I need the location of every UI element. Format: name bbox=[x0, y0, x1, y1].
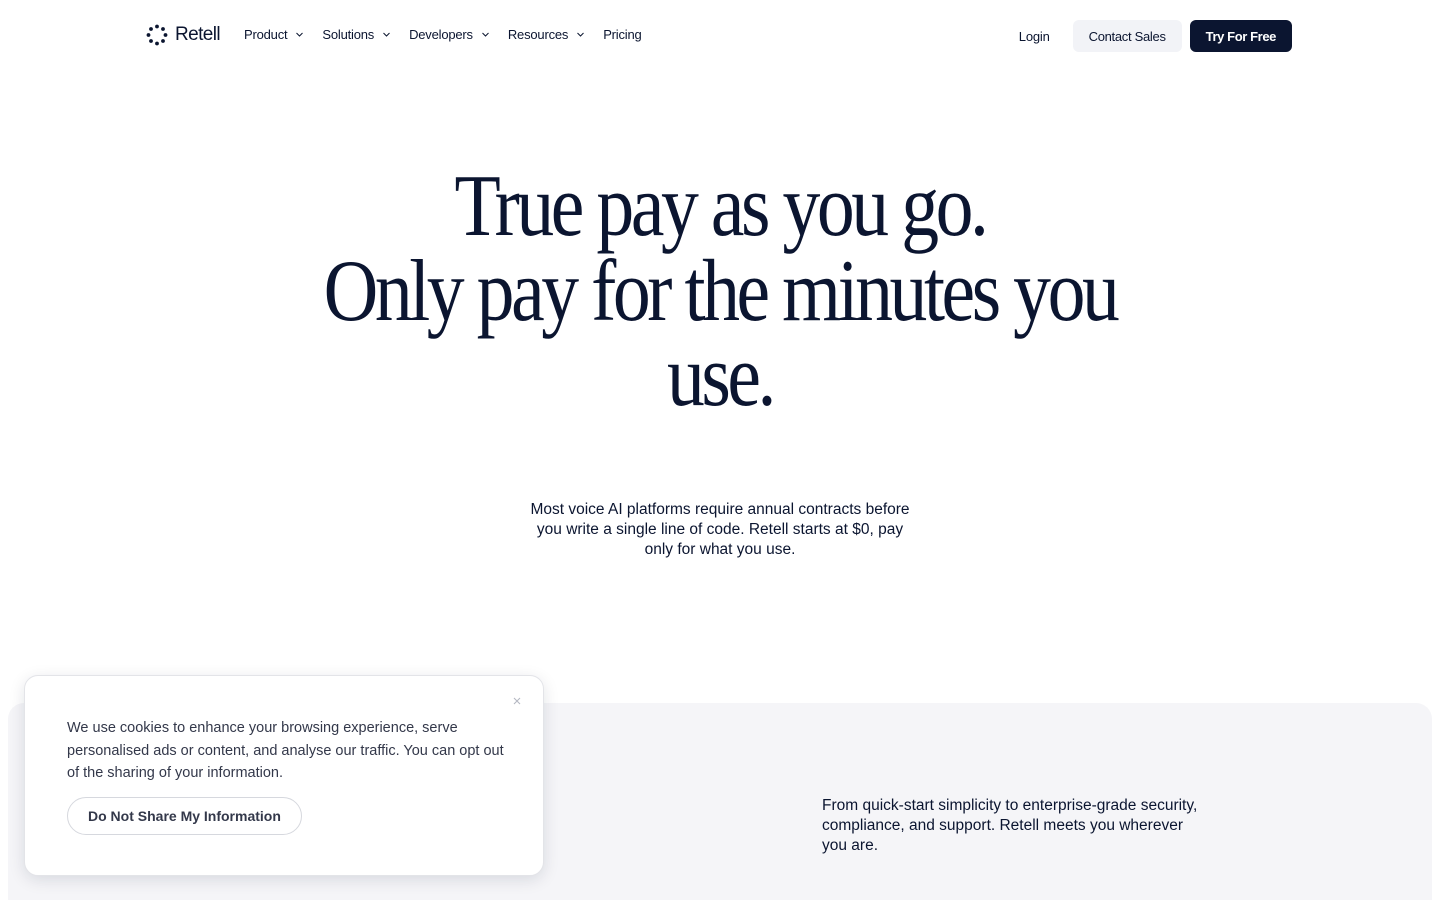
do-not-share-button[interactable]: Do Not Share My Information bbox=[67, 797, 302, 835]
close-icon[interactable] bbox=[511, 695, 523, 707]
menu-item-label: Developers bbox=[409, 27, 473, 42]
cookie-text: We use cookies to enhance your browsing … bbox=[67, 720, 504, 781]
hero-title: True pay as you go. Only pay for the min… bbox=[101, 158, 1339, 425]
cookie-banner: We use cookies to enhance your browsing … bbox=[24, 675, 544, 876]
retell-logo-icon bbox=[146, 24, 168, 46]
chevron-down-icon bbox=[576, 30, 585, 39]
menu-item-solutions[interactable]: Solutions bbox=[322, 27, 391, 42]
menu-item-resources[interactable]: Resources bbox=[508, 27, 585, 42]
hero-title-line: True pay as you go. bbox=[454, 158, 989, 255]
try-for-free-button[interactable]: Try For Free bbox=[1189, 20, 1292, 52]
chevron-down-icon bbox=[481, 30, 490, 39]
contact-sales-button[interactable]: Contact Sales bbox=[1072, 20, 1182, 52]
logo[interactable]: Retell bbox=[146, 24, 221, 46]
top-nav: Retell Product Solutions Developers Reso… bbox=[0, 0, 1440, 72]
main-menu: Product Solutions Developers Resources P… bbox=[244, 27, 660, 42]
menu-item-label: Resources bbox=[507, 27, 569, 42]
hero-title-line: use. bbox=[666, 328, 776, 425]
logo-text: Retell bbox=[175, 24, 221, 45]
chevron-down-icon bbox=[382, 30, 391, 39]
login-link[interactable]: Login bbox=[1019, 29, 1050, 44]
plans-section-text: From quick-start simplicity to enterpris… bbox=[822, 797, 1198, 854]
menu-item-label: Pricing bbox=[603, 27, 642, 42]
menu-item-label: Product bbox=[244, 27, 288, 42]
hero-title-line: Only pay for the minutes you bbox=[323, 243, 1120, 340]
nav-actions: Login Contact Sales Try For Free bbox=[1019, 20, 1292, 52]
menu-item-label: Solutions bbox=[322, 27, 375, 42]
chevron-down-icon bbox=[295, 30, 304, 39]
hero-subtitle: Most voice AI platforms require annual c… bbox=[530, 501, 910, 558]
menu-item-pricing[interactable]: Pricing bbox=[603, 27, 642, 42]
menu-item-product[interactable]: Product bbox=[244, 27, 304, 42]
menu-item-developers[interactable]: Developers bbox=[409, 27, 490, 42]
